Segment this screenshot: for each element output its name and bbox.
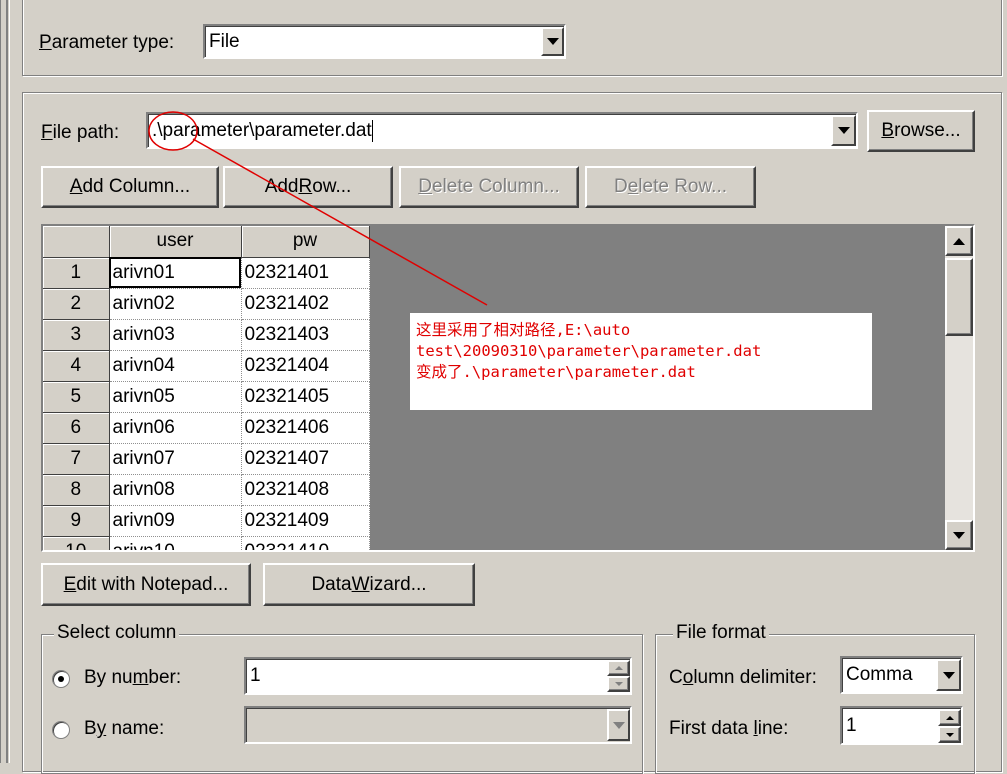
file-format-legend: File format: [673, 622, 769, 644]
chevron-down-icon: [942, 671, 955, 679]
select-column-group: [41, 634, 643, 774]
first-data-line-label: First data line:: [669, 718, 789, 739]
radio-selected-dot: [58, 676, 64, 682]
data-wizard-button[interactable]: Data Wizard...: [263, 563, 475, 606]
column-name-select[interactable]: [244, 706, 632, 744]
number-spin-up[interactable]: [607, 660, 630, 676]
column-delimiter-value: Comma: [846, 664, 913, 685]
file-format-group: [655, 634, 975, 774]
first-line-spin-up[interactable]: [938, 709, 961, 726]
column-delimiter-label: Column delimiter:: [669, 667, 817, 688]
arrow-down-icon: [945, 732, 954, 737]
arrow-up-icon: [614, 666, 623, 670]
by-name-label[interactable]: By name:: [84, 718, 164, 740]
select-column-legend: Select column: [54, 622, 180, 644]
by-number-label[interactable]: By number:: [84, 667, 181, 689]
first-line-spin-down[interactable]: [938, 726, 961, 743]
arrow-down-icon: [614, 682, 623, 686]
column-number-input[interactable]: 1: [244, 657, 632, 695]
by-name-radio[interactable]: [52, 721, 70, 739]
edit-with-notepad-button[interactable]: Edit with Notepad...: [41, 563, 251, 606]
column-delimiter-dropdown-button[interactable]: [936, 659, 961, 691]
number-spin-down[interactable]: [607, 676, 630, 692]
arrow-up-icon: [945, 715, 954, 720]
first-data-line-value: 1: [846, 714, 857, 736]
chevron-down-icon: [612, 721, 625, 729]
column-number-value: 1: [250, 665, 261, 686]
column-name-dropdown-button[interactable]: [607, 709, 630, 741]
by-number-radio[interactable]: [52, 670, 70, 688]
annotation-circle: [148, 111, 198, 151]
annotation-arrow-line: [192, 138, 488, 306]
